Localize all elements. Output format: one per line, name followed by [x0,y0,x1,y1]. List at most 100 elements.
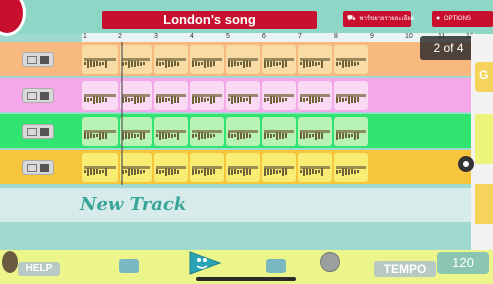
waveform-bar [174,61,176,67]
waveform-bar [234,96,236,104]
loop-clip[interactable] [82,81,118,110]
side-tab[interactable] [475,184,493,224]
loop-clip[interactable] [226,117,260,146]
loop-clip[interactable] [82,117,118,146]
track-row[interactable] [0,114,471,148]
waveform-bar [243,97,245,102]
waveform-bar [303,59,305,68]
loop-clip[interactable] [262,81,296,110]
waveform-bar [105,132,107,139]
waveform-bar [213,96,215,104]
waveform-bar [273,169,275,175]
waveform-bar [306,168,308,176]
track-row[interactable] [0,150,471,184]
waveform-bar [264,167,266,176]
song-title[interactable]: London's song [102,11,317,29]
loop-clip[interactable] [82,153,118,182]
waveform-bar [102,170,104,174]
instrument-icon[interactable] [22,124,54,139]
waveform-bar [228,98,230,102]
waveform-bar [125,132,127,140]
waveform-bar [234,61,236,67]
loop-clip[interactable] [226,81,260,110]
new-track-row[interactable]: New Track [0,188,471,222]
scroll-knob[interactable] [458,156,474,172]
share-icon: ⛟ [347,15,356,22]
tempo-value[interactable]: 120 [437,252,489,274]
options-button[interactable]: ● OPTIONS [432,11,493,27]
loop-clip[interactable] [262,117,296,146]
waveform-bar [192,60,194,67]
loop-clip[interactable] [298,45,332,74]
instrument-icon[interactable] [22,88,54,103]
waveform-bar [339,97,341,103]
loop-clip[interactable] [120,81,152,110]
loop-clip[interactable] [334,81,368,110]
waveform-bar [143,170,145,174]
timeline-ruler[interactable]: 1 2 3 4 5 6 7 8 9 10 11 12 [82,33,475,42]
side-tab[interactable] [475,114,493,164]
loop-clip[interactable] [226,153,260,182]
waveform-bar [162,132,164,140]
microphone-icon[interactable] [320,252,340,272]
loop-clip[interactable] [120,117,152,146]
waveform-bar [279,97,281,103]
waveform-bar [134,133,136,138]
loop-clip[interactable] [298,81,332,110]
logo-icon[interactable] [0,0,26,36]
loop-clip[interactable] [334,45,368,74]
waveform-bar [177,131,179,140]
loop-clip[interactable] [226,45,260,74]
waveform-bar [201,97,203,103]
loop-clip[interactable] [334,153,368,182]
waveform [336,163,366,176]
loop-clip[interactable] [190,45,224,74]
loop-clip[interactable] [298,117,332,146]
waveform-bar [243,59,245,68]
help-button[interactable]: HELP [18,262,60,276]
waveform-bar [282,59,284,68]
mascot-icon[interactable] [186,250,222,276]
loop-clip[interactable] [154,81,188,110]
loop-clip[interactable] [120,45,152,74]
loop-clip[interactable] [154,45,188,74]
waveform-bar [171,168,173,175]
waveform-bar [198,169,200,174]
loop-clip[interactable] [154,117,188,146]
tempo-button[interactable]: TEMPO [374,261,436,277]
waveform-bar [306,98,308,102]
loop-library-button[interactable] [119,259,139,273]
loop-clip[interactable] [262,45,296,74]
waveform-bar [276,61,278,66]
share-button[interactable]: ⛟ พาร์ขยายรายละเอียด [343,11,415,27]
waveform-bar [84,170,86,174]
avatar[interactable] [2,251,18,273]
loop-clip[interactable] [298,153,332,182]
loop-clip[interactable] [120,153,152,182]
ruler-tick: 6 [262,33,266,40]
ruler-tick: 4 [190,33,194,40]
instrument-icon[interactable] [22,52,54,67]
loop-clip[interactable] [334,117,368,146]
waveform-bar [231,60,233,67]
loop-clip[interactable] [190,117,224,146]
loop-clip[interactable] [190,153,224,182]
track-row[interactable] [0,42,471,76]
loop-clip[interactable] [190,81,224,110]
track-row[interactable] [0,78,471,112]
loop-clip[interactable] [154,153,188,182]
playhead[interactable] [121,42,123,185]
record-button[interactable] [266,259,286,273]
waveform-bar [267,168,269,176]
loop-clip[interactable] [262,153,296,182]
waveform-bar [351,169,353,175]
waveform-bar [174,169,176,175]
waveform-bar [267,133,269,139]
waveform-bar [105,59,107,68]
waveform [122,163,150,176]
waveform [264,55,294,68]
instrument-icon[interactable] [22,160,54,175]
waveform-bar [90,60,92,68]
side-tab[interactable]: G [475,62,493,92]
loop-clip[interactable] [82,45,118,74]
